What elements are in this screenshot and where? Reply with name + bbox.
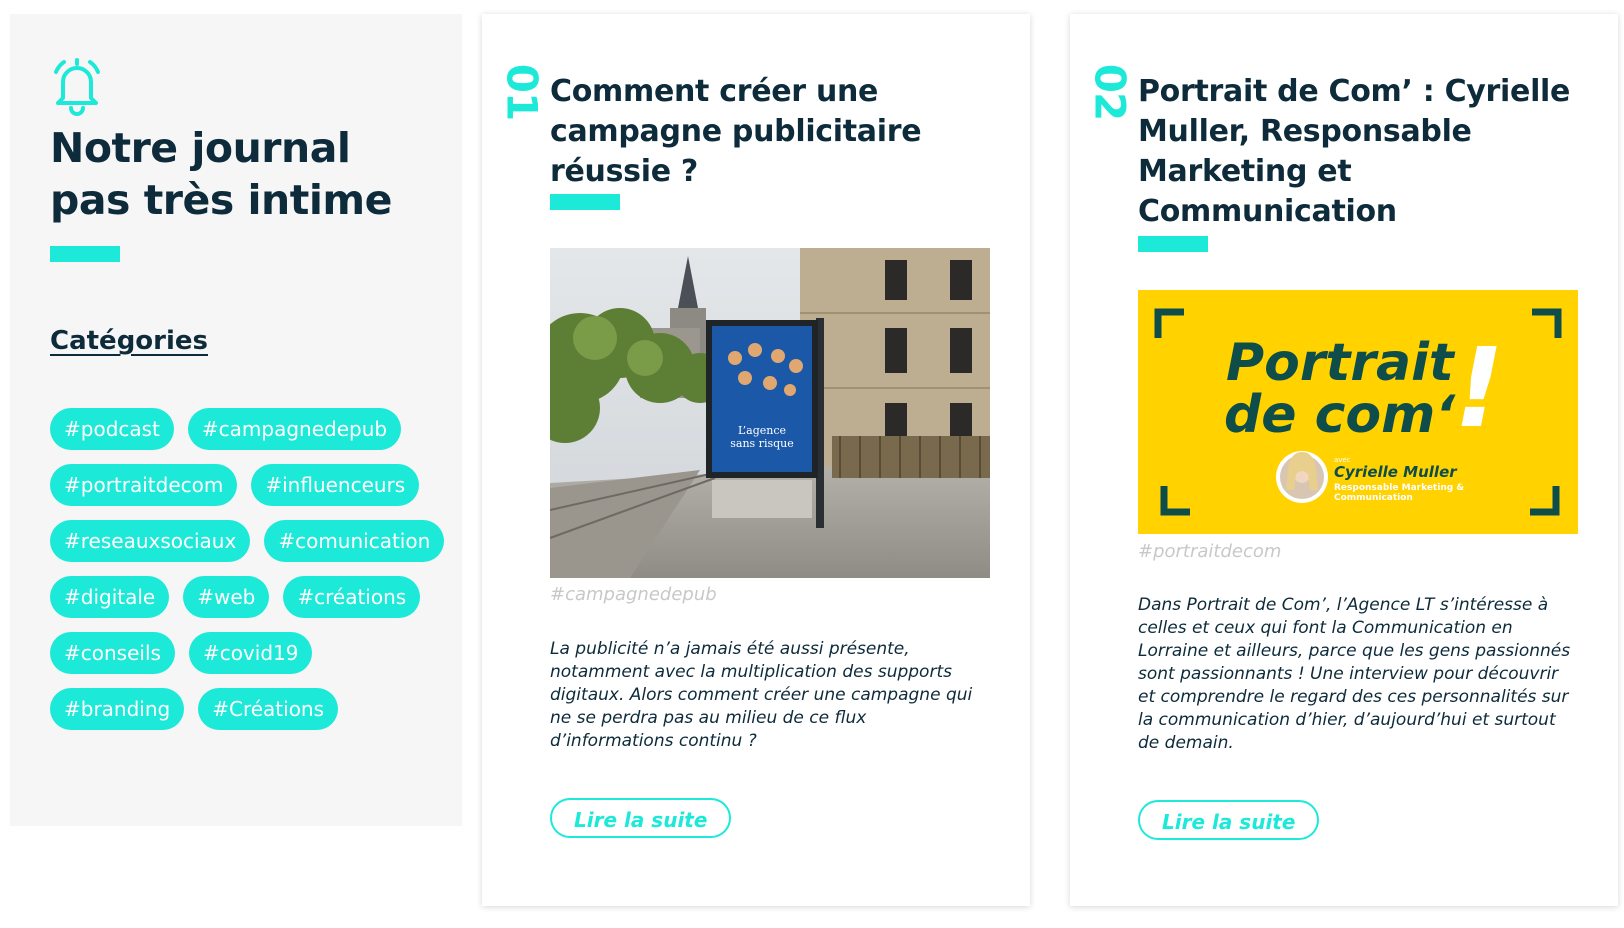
- tag-web[interactable]: #web: [183, 576, 270, 618]
- article-hashtag[interactable]: #campagnedepub: [550, 584, 717, 605]
- tag-covid19[interactable]: #covid19: [188, 632, 313, 674]
- title-accent-bar: [50, 246, 120, 262]
- portrait-de-com-banner: Portrait de com‘ ! avec Cyrielle Muller …: [1138, 290, 1578, 534]
- banner-headline-2: de com‘: [1224, 385, 1456, 445]
- banner-headline-1: Portrait: [1226, 333, 1456, 393]
- bell-icon: [54, 58, 100, 116]
- article-title[interactable]: Portrait de Com’ : Cyrielle Muller, Resp…: [1138, 72, 1578, 232]
- article-number: 01: [497, 63, 547, 121]
- title-line-2: pas très intime: [50, 176, 392, 224]
- banner-role-2: Communication: [1334, 493, 1413, 503]
- article-hashtag[interactable]: #portraitdecom: [1138, 541, 1281, 562]
- tag-conseils[interactable]: #conseils: [50, 632, 175, 674]
- article-excerpt: Dans Portrait de Com’, l’Agence LT s’int…: [1138, 595, 1571, 753]
- read-more-button[interactable]: Lire la suite: [1138, 800, 1320, 840]
- tag-portraitdecom[interactable]: #portraitdecom: [50, 464, 238, 506]
- article-number: 02: [1085, 63, 1135, 121]
- article-image[interactable]: Portrait de com‘ ! avec Cyrielle Muller …: [1138, 290, 1578, 534]
- title-line-1: Notre journal: [50, 124, 351, 172]
- page-title: Notre journal pas très intime: [50, 122, 450, 226]
- banner-exclamation: !: [1454, 324, 1504, 452]
- tag-reseauxsociaux[interactable]: #reseauxsociaux: [50, 520, 251, 562]
- poster-line-1: L’agence: [738, 424, 786, 437]
- categories-heading: Catégories: [50, 326, 209, 356]
- banner-role-1: Responsable Marketing &: [1334, 483, 1464, 493]
- tag-creations-capital[interactable]: #Créations: [198, 688, 339, 730]
- tag-digitale[interactable]: #digitale: [50, 576, 170, 618]
- article-card-1: 01 Comment créer une campagne publicitai…: [482, 14, 1030, 906]
- tag-comunication[interactable]: #comunication: [264, 520, 445, 562]
- tag-podcast[interactable]: #podcast: [50, 408, 174, 450]
- poster-line-2: sans risque: [730, 437, 794, 450]
- tag-campagnedepub[interactable]: #campagnedepub: [187, 408, 402, 450]
- title-accent-bar: [1138, 236, 1208, 252]
- journal-sidebar: Notre journal pas très intime Catégories…: [10, 14, 462, 826]
- tag-branding[interactable]: #branding: [50, 688, 185, 730]
- article-excerpt: La publicité n’a jamais été aussi présen…: [550, 639, 973, 751]
- tag-creations[interactable]: #créations: [283, 576, 421, 618]
- tag-influenceurs[interactable]: #influenceurs: [251, 464, 420, 506]
- banner-name: Cyrielle Muller: [1334, 463, 1458, 481]
- read-more-button[interactable]: Lire la suite: [550, 798, 732, 838]
- article-title[interactable]: Comment créer une campagne publicitaire …: [550, 72, 990, 192]
- article-image[interactable]: L’agence sans risque: [550, 248, 990, 578]
- category-tags: #podcast #campagnedepub #portraitdecom #…: [50, 408, 450, 730]
- title-accent-bar: [550, 194, 620, 210]
- article-card-2: 02 Portrait de Com’ : Cyrielle Muller, R…: [1070, 14, 1618, 906]
- street-billboard-photo: L’agence sans risque: [550, 248, 990, 578]
